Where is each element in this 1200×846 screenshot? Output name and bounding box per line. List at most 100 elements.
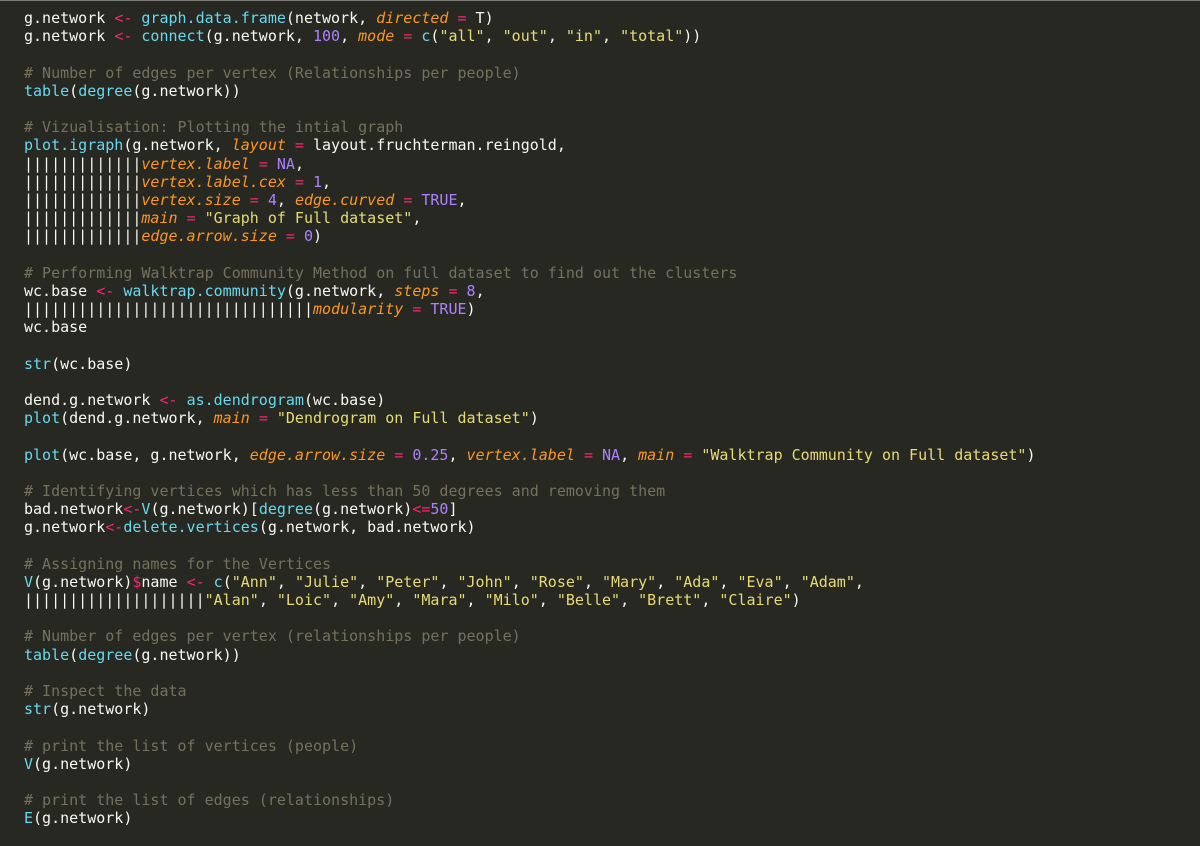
code-line[interactable]: |||||||||||||main = "Graph of Full datas…	[24, 209, 1200, 227]
code-line[interactable]: |||||||||||||vertex.label = NA,	[24, 155, 1200, 173]
argument-name: vertex.label	[141, 154, 250, 173]
code-line[interactable]: str(wc.base)	[24, 355, 1200, 373]
code-line[interactable]: # Identifying vertices which has less th…	[24, 482, 1200, 500]
operator: =	[258, 154, 268, 173]
code-line[interactable]	[24, 718, 1200, 736]
number-literal: NA	[602, 445, 621, 464]
code-text: ,	[439, 572, 458, 591]
string-literal: "Mara"	[412, 591, 467, 609]
code-line[interactable]: # Vizualisation: Plotting the intial gra…	[24, 118, 1200, 136]
operator: =	[294, 136, 304, 155]
code-line[interactable]: plot(dend.g.network, main = "Dendrogram …	[24, 409, 1200, 427]
code-line[interactable]: # Inspect the data	[24, 682, 1200, 700]
number-literal: 1	[313, 172, 323, 191]
number-literal: 0.25	[412, 445, 449, 464]
code-text: ,	[782, 572, 801, 591]
number-literal: 0	[303, 227, 313, 246]
string-literal: "Loic"	[276, 591, 332, 609]
code-text: ,	[276, 572, 295, 591]
string-literal: "Milo"	[484, 591, 539, 609]
string-literal: "Graph of Full dataset"	[204, 209, 413, 228]
code-line[interactable]: dend.g.network <- as.dendrogram(wc.base)	[24, 391, 1200, 409]
function-name: plot.igraph	[24, 136, 124, 155]
code-text: (	[69, 81, 79, 100]
string-literal: "Peter"	[376, 572, 440, 591]
code-line[interactable]: |||||||||||||edge.arrow.size = 0)	[24, 227, 1200, 245]
code-text: (g.network)	[33, 754, 133, 773]
code-text: ,	[656, 572, 675, 591]
code-line[interactable]: # Assigning names for the Vertices	[24, 555, 1200, 573]
code-text: ,	[602, 27, 621, 46]
code-editor[interactable]: g.network <- graph.data.frame(network, d…	[0, 0, 1200, 846]
comment-text: # Number of edges per vertex (relationsh…	[24, 627, 521, 646]
operator: <-	[96, 281, 115, 300]
code-line[interactable]: g.network <- graph.data.frame(network, d…	[24, 9, 1200, 27]
function-name: connect	[141, 27, 205, 46]
code-line[interactable]: E(g.network)	[24, 809, 1200, 827]
code-text: )	[791, 591, 801, 609]
code-line[interactable]: V(g.network)$name <- c("Ann", "Julie", "…	[24, 573, 1200, 591]
code-line[interactable]: wc.base <- walktrap.community(g.network,…	[24, 282, 1200, 300]
code-line[interactable]: |||||||||||||vertex.label.cex = 1,	[24, 173, 1200, 191]
code-line[interactable]: g.network <- connect(g.network, 100, mod…	[24, 27, 1200, 45]
code-line[interactable]	[24, 245, 1200, 263]
code-text: ,	[701, 591, 720, 609]
comment-text: # Identifying vertices which has less th…	[24, 481, 666, 500]
string-literal: "Ada"	[674, 572, 720, 591]
code-line[interactable]	[24, 664, 1200, 682]
argument-name: edge.arrow.size	[249, 445, 386, 464]
argument-name: vertex.size	[141, 190, 241, 209]
code-line[interactable]	[24, 427, 1200, 445]
function-name: table	[24, 81, 70, 100]
code-line[interactable]: wc.base	[24, 318, 1200, 336]
string-literal: "all"	[439, 27, 485, 46]
code-text: T)	[466, 9, 494, 27]
code-line[interactable]: # print the list of edges (relationships…	[24, 791, 1200, 809]
code-line[interactable]: # Performing Walktrap Community Method o…	[24, 264, 1200, 282]
code-line[interactable]	[24, 336, 1200, 354]
code-line[interactable]: # Number of edges per vertex (Relationsh…	[24, 64, 1200, 82]
operator: <-	[186, 572, 205, 591]
code-line[interactable]	[24, 536, 1200, 554]
operator: =	[249, 190, 259, 209]
code-text: ,	[466, 591, 485, 609]
code-line[interactable]	[24, 464, 1200, 482]
comment-text: # Number of edges per vertex (Relationsh…	[24, 63, 521, 82]
code-line[interactable]	[24, 773, 1200, 791]
code-line[interactable]: # Number of edges per vertex (relationsh…	[24, 627, 1200, 645]
code-line[interactable]	[24, 45, 1200, 63]
code-line[interactable]: table(degree(g.network))	[24, 82, 1200, 100]
function-name: E	[24, 809, 34, 828]
code-line[interactable]: ||||||||||||||||||||||||||||||||modulari…	[24, 300, 1200, 318]
operator: <=	[412, 500, 431, 519]
indent-guide: ||||||||||||||||||||	[24, 591, 205, 609]
code-text: (wc.base)	[303, 390, 386, 409]
argument-name: vertex.label.cex	[141, 172, 286, 191]
code-line[interactable]: str(g.network)	[24, 700, 1200, 718]
operator: =	[285, 227, 295, 246]
code-line[interactable]: table(degree(g.network))	[24, 646, 1200, 664]
code-line[interactable]: plot(wc.base, g.network, edge.arrow.size…	[24, 446, 1200, 464]
code-line[interactable]	[24, 609, 1200, 627]
code-text: (g.network))	[132, 81, 241, 100]
string-literal: "Ann"	[231, 572, 277, 591]
code-line[interactable]: |||||||||||||vertex.size = 4, edge.curve…	[24, 191, 1200, 209]
code-line[interactable]: ||||||||||||||||||||"Alan", "Loic", "Amy…	[24, 591, 1200, 609]
code-text: wc.base	[24, 318, 88, 337]
code-line[interactable]	[24, 373, 1200, 391]
code-line[interactable]	[24, 100, 1200, 118]
code-text: ,	[358, 572, 377, 591]
number-literal: 50	[430, 500, 449, 519]
indent-guide: |||||||||||||	[24, 227, 142, 246]
code-line[interactable]: # print the list of vertices (people)	[24, 737, 1200, 755]
code-line[interactable]: plot.igraph(g.network, layout = layout.f…	[24, 136, 1200, 154]
code-line[interactable]: V(g.network)	[24, 755, 1200, 773]
code-text: )	[529, 409, 539, 428]
code-text: ,	[475, 281, 485, 300]
operator: <-	[114, 27, 133, 46]
code-line[interactable]: g.network<-delete.vertices(g.network, ba…	[24, 518, 1200, 536]
code-text: dend.g.network	[24, 390, 160, 409]
code-line[interactable]: bad.network<-V(g.network)[degree(g.netwo…	[24, 500, 1200, 518]
